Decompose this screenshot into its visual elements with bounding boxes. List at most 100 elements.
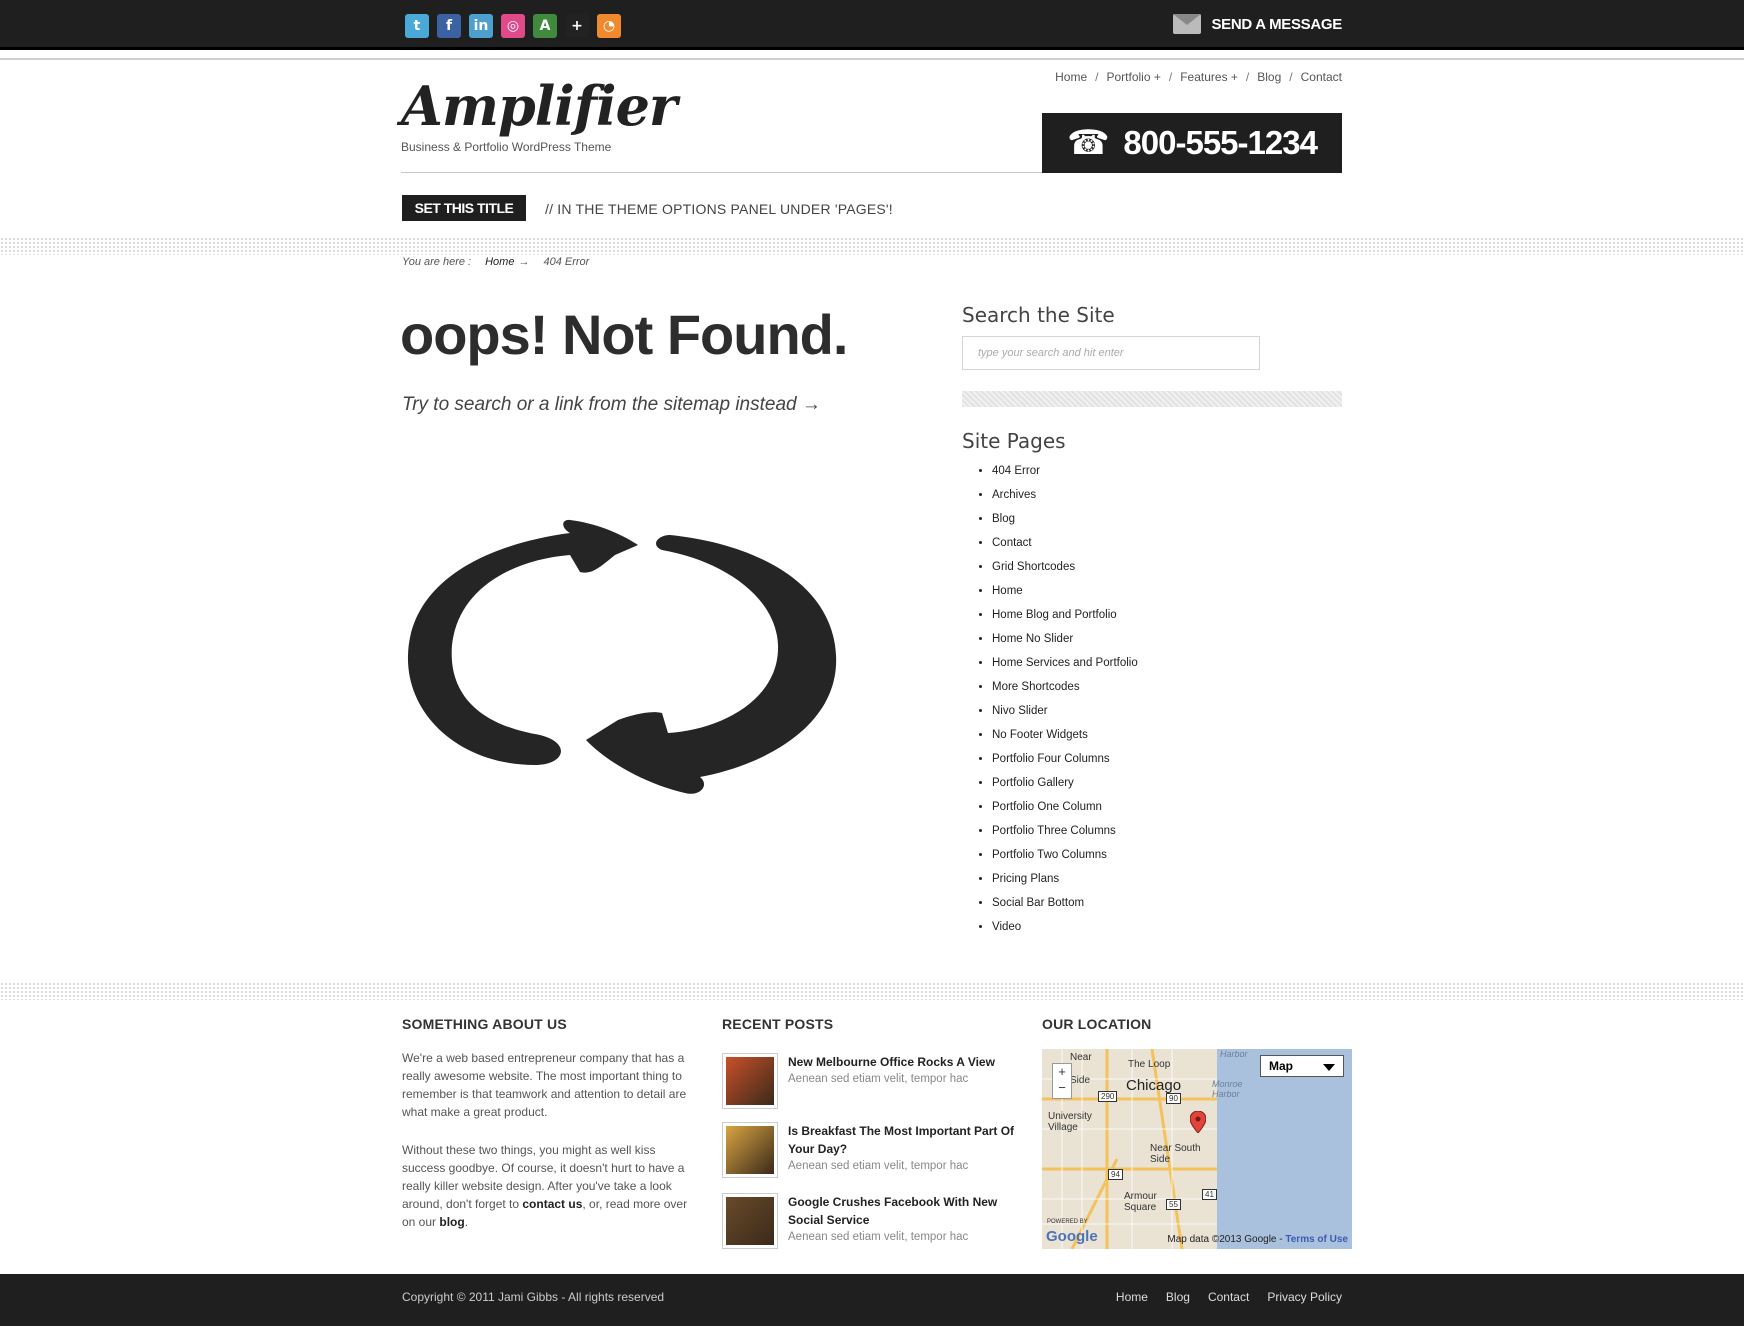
nav-blog[interactable]: Blog (1257, 70, 1281, 84)
about-text: . (464, 1215, 469, 1229)
post-thumbnail[interactable] (722, 1193, 778, 1249)
send-message-link[interactable]: SEND A MESSAGE (1173, 14, 1342, 34)
breadcrumb: You are here : Home → 404 Error (402, 256, 589, 268)
highway-shield: 41 (1202, 1189, 1217, 1200)
site-page-link[interactable]: Portfolio One Column (992, 798, 1138, 822)
dotted-divider (0, 237, 1744, 255)
site-page-link[interactable]: Portfolio Two Columns (992, 846, 1138, 870)
phone-number: 800-555-1234 (1123, 124, 1318, 161)
post-thumbnail[interactable] (722, 1053, 778, 1109)
breadcrumb-prefix: You are here : (402, 256, 472, 268)
map-label: Near South Side (1150, 1143, 1201, 1165)
site-logo[interactable]: Amplifier (401, 74, 677, 138)
site-page-link[interactable]: Portfolio Three Columns (992, 822, 1138, 846)
map-label: The Loop (1128, 1059, 1171, 1070)
blog-link[interactable]: blog (439, 1215, 464, 1229)
deviantart-icon[interactable]: A (533, 14, 557, 38)
linkedin-icon[interactable]: in (469, 14, 493, 38)
location-heading: OUR LOCATION (1042, 1016, 1152, 1032)
contact-us-link[interactable]: contact us (522, 1197, 582, 1211)
site-page-link[interactable]: 404 Error (992, 462, 1138, 486)
post-thumbnail[interactable] (722, 1122, 778, 1178)
location-map[interactable]: The Loop Chicago Near Side Harbor Monroe… (1042, 1049, 1352, 1249)
highway-shield: 94 (1108, 1169, 1123, 1180)
search-input[interactable] (962, 336, 1260, 370)
site-page-link[interactable]: Home Services and Portfolio (992, 654, 1138, 678)
map-data-credit: Map data ©2013 Google - (1167, 1234, 1283, 1245)
dotted-divider (0, 982, 1744, 1000)
map-label: Chicago (1126, 1077, 1182, 1094)
nav-features[interactable]: Features + (1180, 70, 1238, 84)
site-page-link[interactable]: No Footer Widgets (992, 726, 1138, 750)
map-label: Armour Square (1124, 1191, 1157, 1213)
dribbble-icon[interactable]: ◎ (501, 14, 525, 38)
site-page-link[interactable]: More Shortcodes (992, 678, 1138, 702)
nav-contact[interactable]: Contact (1301, 70, 1342, 84)
post-excerpt: Aenean sed etiam velit, tempor hac (788, 1073, 969, 1085)
map-zoom-control[interactable]: + − (1052, 1063, 1072, 1099)
nav-separator: / (1095, 70, 1099, 84)
twitter-icon[interactable]: t (405, 14, 429, 38)
terms-of-use-link[interactable]: Terms of Use (1285, 1234, 1348, 1245)
top-bar: t f in ◎ A + ◔ SEND A MESSAGE (0, 0, 1744, 50)
post-text: New Melbourne Office Rocks A View Aenean … (788, 1053, 1018, 1109)
map-type-select[interactable]: Map (1260, 1055, 1344, 1077)
site-page-link[interactable]: Home (992, 582, 1138, 606)
phone-box: ☎ 800-555-1234 (1042, 113, 1342, 173)
recent-post[interactable]: New Melbourne Office Rocks A View Aenean … (722, 1053, 1018, 1109)
recent-posts-heading: RECENT POSTS (722, 1016, 834, 1032)
site-page-link[interactable]: Home Blog and Portfolio (992, 606, 1138, 630)
chevron-down-icon (1323, 1064, 1335, 1071)
envelope-icon (1173, 14, 1202, 34)
rss-icon[interactable]: ◔ (597, 14, 621, 38)
post-title[interactable]: Is Breakfast The Most Important Part Of … (788, 1122, 1018, 1158)
post-text: Google Crushes Facebook With New Social … (788, 1193, 1018, 1249)
google-logo: Google (1046, 1228, 1098, 1245)
breadcrumb-current: 404 Error (543, 256, 590, 268)
site-page-link[interactable]: Grid Shortcodes (992, 558, 1138, 582)
site-page-link[interactable]: Portfolio Four Columns (992, 750, 1138, 774)
send-message-label: SEND A MESSAGE (1211, 15, 1342, 33)
map-credit: Map data ©2013 Google - Terms of Use (1167, 1234, 1348, 1245)
googleplus-icon[interactable]: + (565, 14, 589, 38)
footer-nav-privacy[interactable]: Privacy Policy (1267, 1290, 1342, 1304)
site-page-link[interactable]: Pricing Plans (992, 870, 1138, 894)
footer-nav-home[interactable]: Home (1116, 1290, 1148, 1304)
nav-separator: / (1168, 70, 1173, 84)
facebook-icon[interactable]: f (437, 14, 461, 38)
post-title[interactable]: Google Crushes Facebook With New Social … (788, 1193, 1018, 1229)
site-pages-list: 404 ErrorArchivesBlogContactGrid Shortco… (992, 462, 1138, 942)
site-page-link[interactable]: Blog (992, 510, 1138, 534)
map-label: Monroe Harbor (1212, 1079, 1243, 1099)
footer-nav-contact[interactable]: Contact (1208, 1290, 1249, 1304)
map-label: Harbor (1220, 1049, 1248, 1059)
page-title-description: // IN THE THEME OPTIONS PANEL UNDER 'PAG… (545, 201, 893, 217)
post-title[interactable]: New Melbourne Office Rocks A View (788, 1053, 1018, 1071)
breadcrumb-arrow: → (518, 256, 530, 268)
site-page-link[interactable]: Home No Slider (992, 630, 1138, 654)
zoom-in-button[interactable]: + (1053, 1064, 1071, 1080)
recent-post[interactable]: Google Crushes Facebook With New Social … (722, 1193, 1018, 1249)
highway-shield: 90 (1166, 1093, 1181, 1104)
map-type-label: Map (1269, 1059, 1293, 1073)
recent-post[interactable]: Is Breakfast The Most Important Part Of … (722, 1122, 1018, 1178)
map-pin-icon[interactable] (1190, 1111, 1206, 1133)
search-heading: Search the Site (962, 303, 1115, 327)
sidebar-divider (962, 391, 1342, 407)
nav-home[interactable]: Home (1055, 70, 1087, 84)
footer-nav-blog[interactable]: Blog (1166, 1290, 1190, 1304)
site-page-link[interactable]: Nivo Slider (992, 702, 1138, 726)
highway-shield: 55 (1166, 1199, 1181, 1210)
site-page-link[interactable]: Contact (992, 534, 1138, 558)
site-page-link[interactable]: Social Bar Bottom (992, 894, 1138, 918)
site-page-link[interactable]: Archives (992, 486, 1138, 510)
top-divider (0, 58, 1744, 60)
breadcrumb-home[interactable]: Home (485, 256, 514, 268)
post-thumbnail-image (726, 1057, 774, 1105)
main-nav: Home / Portfolio + / Features + / Blog /… (1055, 70, 1342, 84)
nav-portfolio[interactable]: Portfolio + (1107, 70, 1161, 84)
site-page-link[interactable]: Portfolio Gallery (992, 774, 1138, 798)
zoom-out-button[interactable]: − (1053, 1080, 1071, 1096)
post-excerpt: Aenean sed etiam velit, tempor hac (788, 1160, 969, 1172)
site-page-link[interactable]: Video (992, 918, 1138, 942)
